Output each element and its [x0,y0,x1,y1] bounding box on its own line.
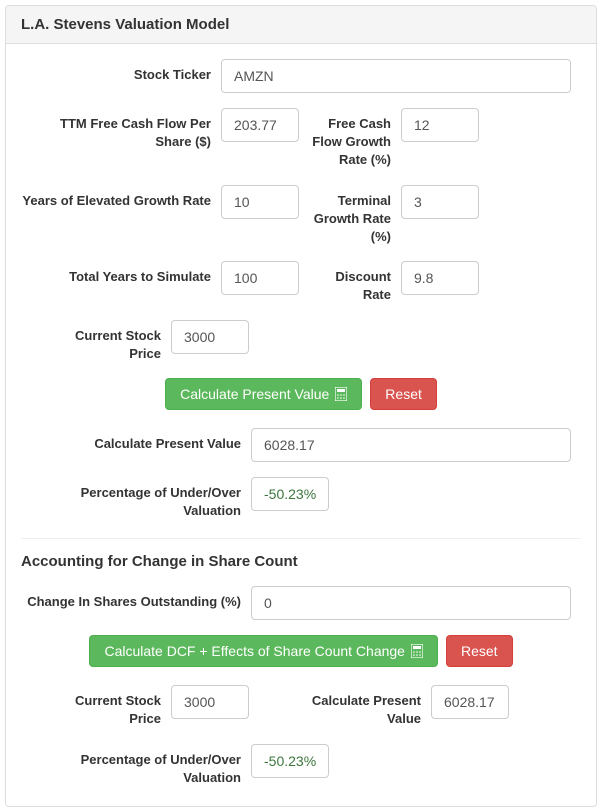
pv-output-2: 6028.17 [431,685,509,719]
label-current-price: Current Stock Price [21,320,171,363]
ttm-fcf-input[interactable] [221,108,299,142]
row-price-pv2: Current Stock Price 3000 Calculate Prese… [21,685,581,728]
button-row-2: Calculate DCF + Effects of Share Count C… [21,635,581,667]
label-total-years: Total Years to Simulate [21,261,221,286]
reset-button-1[interactable]: Reset [370,378,437,410]
fcf-growth-input[interactable] [401,108,479,142]
valuation-panel: L.A. Stevens Valuation Model Stock Ticke… [5,5,597,807]
label-pv-2: Calculate Present Value [301,685,431,728]
label-ticker: Stock Ticker [21,59,221,84]
calculate-dcf-button-label: Calculate DCF + Effects of Share Count C… [104,644,405,658]
terminal-growth-input[interactable] [401,185,479,219]
label-change-shares: Change In Shares Outstanding (%) [21,586,251,611]
row-total-years: Total Years to Simulate Discount Rate [21,261,581,304]
row-ticker: Stock Ticker [21,59,581,93]
label-pct-valuation-2: Percentage of Under/Over Valuation [21,744,251,787]
label-pv-output: Calculate Present Value [21,428,251,453]
row-pct-valuation-2: Percentage of Under/Over Valuation -50.2… [21,744,581,787]
reset-button-2[interactable]: Reset [446,635,513,667]
calculate-dcf-button[interactable]: Calculate DCF + Effects of Share Count C… [89,635,438,667]
label-current-price-2: Current Stock Price [21,685,171,728]
label-discount-rate: Discount Rate [301,261,401,304]
calculator-icon-2 [411,644,423,658]
calculator-icon [335,387,347,401]
pct-valuation-output-2: -50.23% [251,744,329,778]
row-fcf: TTM Free Cash Flow Per Share ($) Free Ca… [21,108,581,170]
label-terminal-growth: Terminal Growth Rate (%) [301,185,401,247]
label-ttm-fcf: TTM Free Cash Flow Per Share ($) [21,108,221,151]
row-current-price: Current Stock Price [21,320,581,363]
label-years-elevated: Years of Elevated Growth Rate [21,185,221,210]
reset-button-1-label: Reset [385,387,422,401]
discount-rate-input[interactable] [401,261,479,295]
panel-title: L.A. Stevens Valuation Model [6,6,596,44]
row-pct-valuation: Percentage of Under/Over Valuation -50.2… [21,477,581,520]
current-price-input[interactable] [171,320,249,354]
row-pv-output: Calculate Present Value 6028.17 [21,428,581,462]
pv-output: 6028.17 [251,428,571,462]
pct-valuation-output: -50.23% [251,477,329,511]
ticker-input[interactable] [221,59,571,93]
calculate-pv-button[interactable]: Calculate Present Value [165,378,362,410]
label-pct-valuation: Percentage of Under/Over Valuation [21,477,251,520]
years-elevated-input[interactable] [221,185,299,219]
button-row-1: Calculate Present Value Reset [21,378,581,410]
share-count-heading: Accounting for Change in Share Count [21,553,581,570]
divider [21,538,581,539]
panel-body: Stock Ticker TTM Free Cash Flow Per Shar… [6,44,596,806]
row-change-shares: Change In Shares Outstanding (%) [21,586,581,620]
total-years-input[interactable] [221,261,299,295]
label-fcf-growth: Free Cash Flow Growth Rate (%) [301,108,401,170]
current-price-output-2: 3000 [171,685,249,719]
reset-button-2-label: Reset [461,644,498,658]
row-years: Years of Elevated Growth Rate Terminal G… [21,185,581,247]
change-shares-input[interactable] [251,586,571,620]
calculate-pv-button-label: Calculate Present Value [180,387,329,401]
